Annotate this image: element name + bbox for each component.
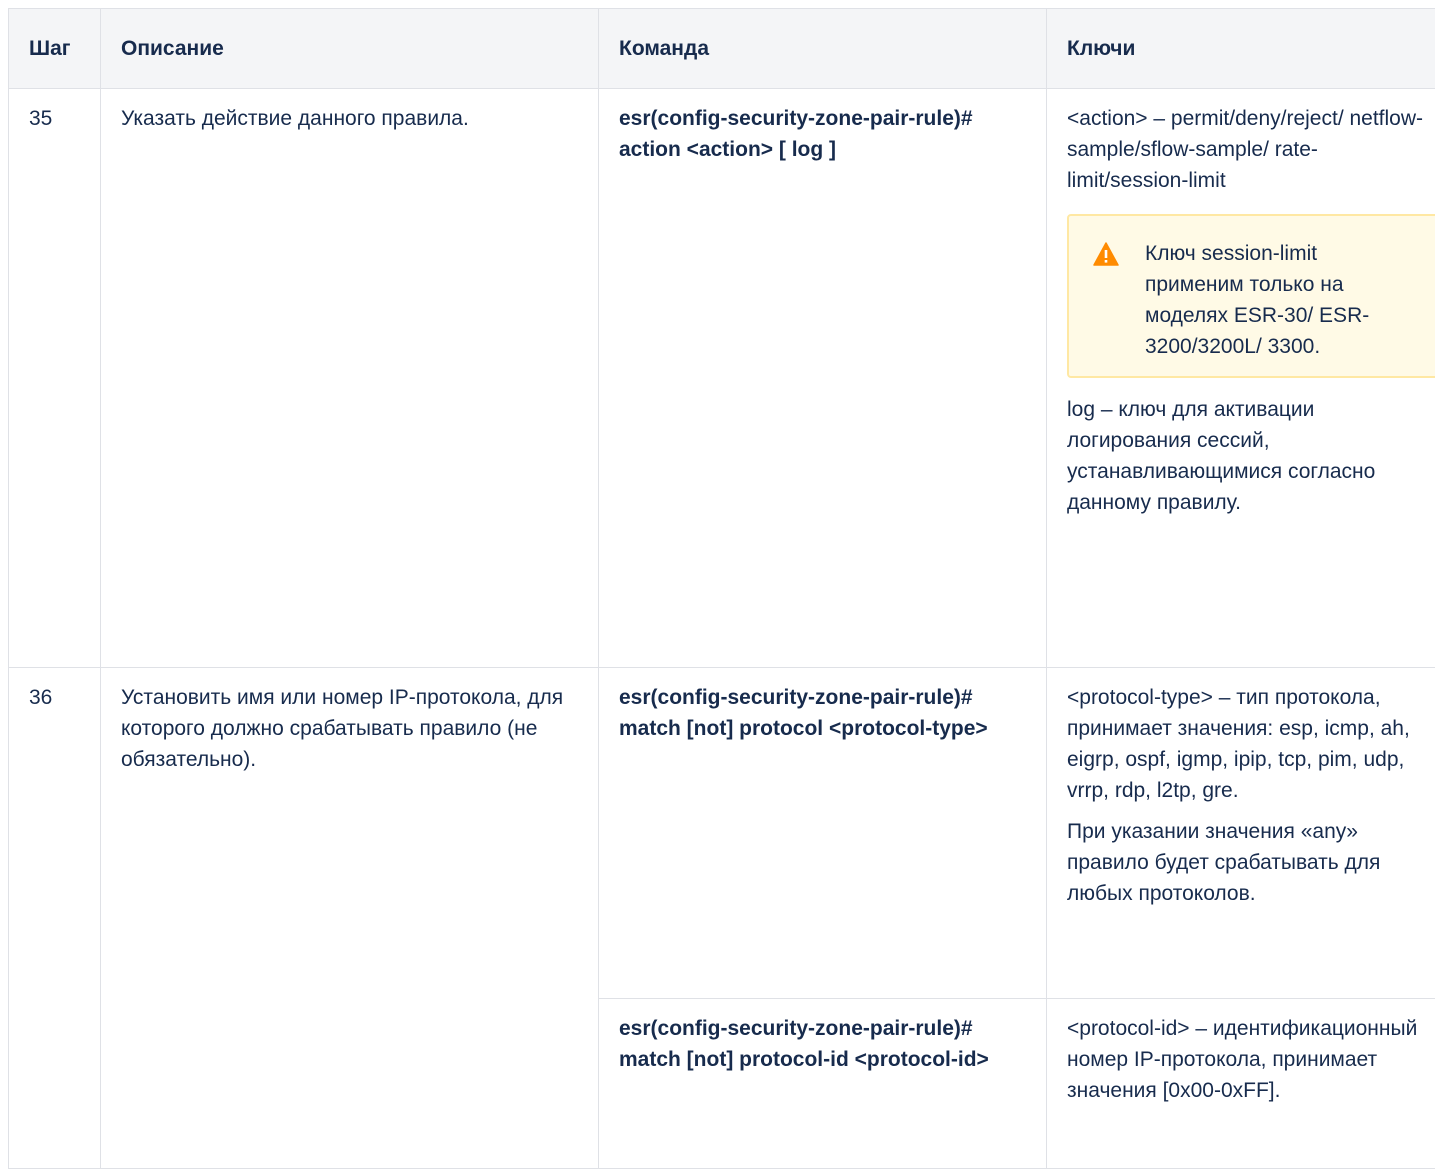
step-cell: 35 — [9, 89, 101, 668]
command-cell: esr(config-security-zone-pair-rule)# act… — [599, 89, 1047, 668]
description-cell: Установить имя или номер IP-протокола, д… — [101, 668, 599, 1169]
header-keys: Ключи — [1047, 9, 1435, 89]
command-cell: esr(config-security-zone-pair-rule)# mat… — [599, 999, 1047, 1169]
keys-text: При указании значения «any» правило буде… — [1067, 816, 1428, 909]
keys-text: <action> – permit/deny/reject/ netflow-s… — [1067, 103, 1428, 196]
step-cell: 36 — [9, 668, 101, 1169]
table-row: 35 Указать действие данного правила. esr… — [9, 89, 1435, 668]
config-table: Шаг Описание Команда Ключи 35 Указать де… — [8, 8, 1435, 1169]
keys-cell: <action> – permit/deny/reject/ netflow-s… — [1047, 89, 1435, 668]
warning-panel: Ключ session-limit применим только на мо… — [1067, 214, 1435, 378]
keys-cell: <protocol-type> – тип протокола, принима… — [1047, 668, 1435, 999]
keys-text: log – ключ для активации логирования сес… — [1067, 394, 1428, 518]
table-row: 36 Установить имя или номер IP-протокола… — [9, 668, 1435, 999]
warning-icon — [1093, 242, 1119, 266]
keys-cell: <protocol-id> – идентификационный номер … — [1047, 999, 1435, 1169]
keys-text: <protocol-type> – тип протокола, принима… — [1067, 682, 1428, 806]
command-cell: esr(config-security-zone-pair-rule)# mat… — [599, 668, 1047, 999]
header-command: Команда — [599, 9, 1047, 89]
description-cell: Указать действие данного правила. — [101, 89, 599, 668]
warning-text: Ключ session-limit применим только на мо… — [1145, 238, 1421, 362]
header-description: Описание — [101, 9, 599, 89]
header-step: Шаг — [9, 9, 101, 89]
keys-text: <protocol-id> – идентификационный номер … — [1067, 1013, 1428, 1106]
table-header-row: Шаг Описание Команда Ключи — [9, 9, 1435, 89]
